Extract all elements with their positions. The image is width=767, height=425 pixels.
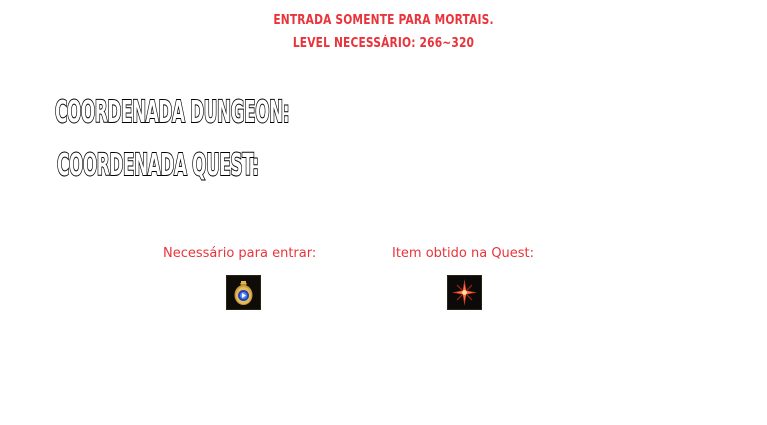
level-requirement-text: LEVEL NECESSÁRIO: 266~320 bbox=[292, 36, 475, 51]
entry-restriction-text: ENTRADA SOMENTE PARA MORTAIS. bbox=[273, 13, 494, 28]
required-item-slot[interactable] bbox=[226, 275, 261, 310]
required-item-caption: Necessário para entrar: bbox=[163, 246, 317, 261]
potion-bag-icon bbox=[227, 276, 260, 309]
red-star-emblem-icon bbox=[448, 276, 481, 309]
quest-coordinate-label: COORDENADA QUEST: bbox=[56, 148, 259, 183]
reward-item-caption: Item obtido na Quest: bbox=[392, 246, 535, 261]
reward-item-slot[interactable] bbox=[447, 275, 482, 310]
dungeon-coordinate-label: COORDENADA DUNGEON: bbox=[54, 95, 290, 130]
